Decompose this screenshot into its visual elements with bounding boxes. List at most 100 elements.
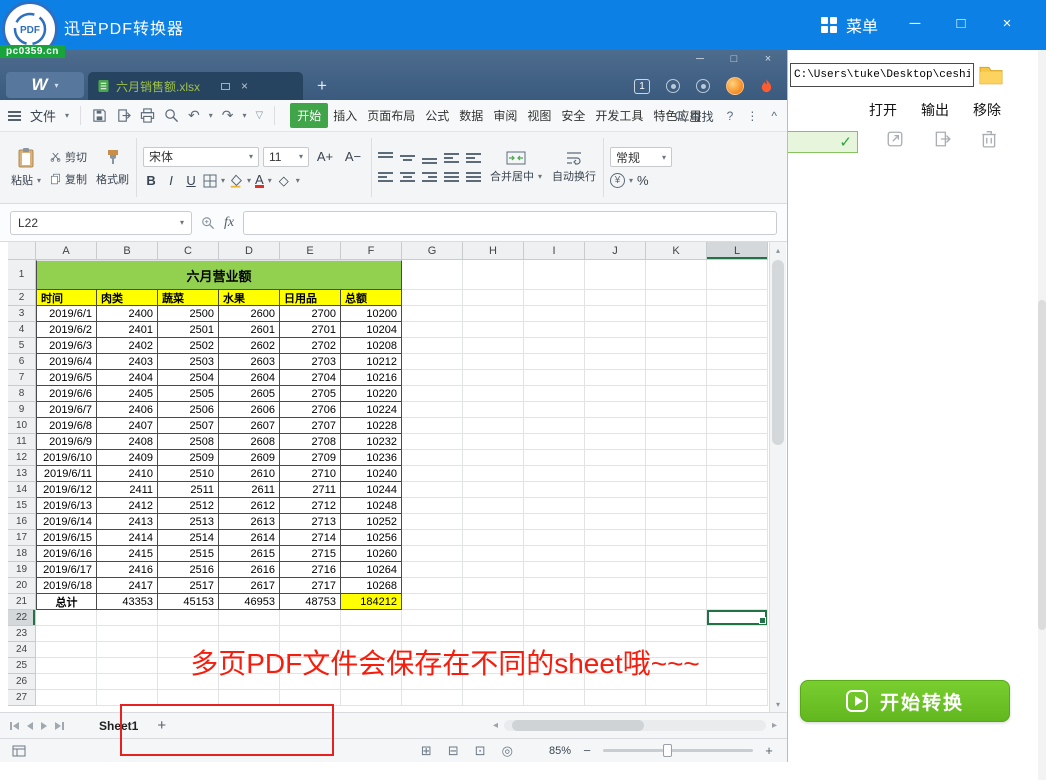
scroll-right-icon[interactable]: ▸	[772, 720, 777, 731]
row-header-10[interactable]: 10	[8, 418, 36, 434]
row-header-7[interactable]: 7	[8, 370, 36, 386]
cell[interactable]	[646, 530, 707, 546]
cell[interactable]	[97, 610, 158, 626]
data-cell[interactable]: 2517	[158, 578, 219, 594]
cell[interactable]	[36, 658, 97, 674]
data-cell[interactable]: 2501	[158, 322, 219, 338]
add-sheet-button[interactable]: +	[157, 717, 166, 734]
cell[interactable]	[402, 594, 463, 610]
data-cell[interactable]: 2605	[219, 386, 280, 402]
merge-center-button[interactable]: 合并居中▾	[485, 151, 547, 184]
data-cell[interactable]: 2716	[280, 562, 341, 578]
column-header-G[interactable]: G	[402, 242, 463, 260]
data-cell[interactable]: 2406	[97, 402, 158, 418]
cell[interactable]	[646, 578, 707, 594]
cell[interactable]	[646, 674, 707, 690]
data-cell[interactable]: 2604	[219, 370, 280, 386]
borders-button[interactable]: ▾	[203, 174, 225, 188]
data-cell[interactable]: 2712	[280, 498, 341, 514]
cell[interactable]	[524, 562, 585, 578]
cell[interactable]	[524, 450, 585, 466]
data-cell[interactable]: 2704	[280, 370, 341, 386]
cell[interactable]	[585, 626, 646, 642]
cell[interactable]	[97, 690, 158, 706]
cell[interactable]	[585, 370, 646, 386]
cell[interactable]	[463, 402, 524, 418]
row-header-15[interactable]: 15	[8, 498, 36, 514]
cell[interactable]	[707, 260, 768, 290]
cell[interactable]	[585, 466, 646, 482]
cell[interactable]	[585, 450, 646, 466]
ribbon-tab-6[interactable]: 审阅	[488, 103, 522, 128]
data-cell[interactable]: 2405	[97, 386, 158, 402]
cell[interactable]	[585, 578, 646, 594]
find-button[interactable]: 查找	[674, 108, 714, 125]
pin-tab-icon[interactable]	[221, 83, 230, 90]
minimize-button[interactable]: ─	[906, 11, 924, 37]
wps-minimize-button[interactable]: ─	[693, 53, 707, 65]
cell[interactable]	[280, 642, 341, 658]
cell[interactable]	[646, 546, 707, 562]
cell[interactable]	[280, 610, 341, 626]
cell[interactable]	[463, 514, 524, 530]
chevron-down-icon[interactable]: ▾	[209, 111, 213, 120]
data-cell[interactable]: 2019/6/2	[36, 322, 97, 338]
cell[interactable]	[646, 562, 707, 578]
cell[interactable]	[707, 322, 768, 338]
cell[interactable]	[463, 434, 524, 450]
cell[interactable]	[341, 658, 402, 674]
data-cell[interactable]: 10220	[341, 386, 402, 402]
cell[interactable]	[524, 482, 585, 498]
reading-view-icon[interactable]: ◎	[502, 743, 513, 759]
data-cell[interactable]: 2417	[97, 578, 158, 594]
align-center-button[interactable]	[400, 171, 415, 183]
cell[interactable]	[585, 594, 646, 610]
data-cell[interactable]: 10216	[341, 370, 402, 386]
cell[interactable]	[585, 658, 646, 674]
cell[interactable]	[707, 290, 768, 306]
cell[interactable]	[219, 674, 280, 690]
data-cell[interactable]: 10212	[341, 354, 402, 370]
panel-scroll-thumb[interactable]	[1038, 300, 1046, 630]
cell[interactable]	[707, 530, 768, 546]
bold-button[interactable]: B	[143, 173, 159, 188]
more-menu-icon[interactable]: ⋮	[746, 109, 758, 123]
cell[interactable]	[524, 306, 585, 322]
cell[interactable]	[524, 530, 585, 546]
maximize-button[interactable]: □	[952, 11, 970, 37]
cell[interactable]	[463, 370, 524, 386]
cell[interactable]	[646, 306, 707, 322]
cell[interactable]	[341, 610, 402, 626]
data-cell[interactable]: 2515	[158, 546, 219, 562]
cell[interactable]	[646, 260, 707, 290]
row-header-5[interactable]: 5	[8, 338, 36, 354]
cell[interactable]	[341, 626, 402, 642]
cell[interactable]	[585, 482, 646, 498]
data-cell[interactable]: 10200	[341, 306, 402, 322]
name-box[interactable]: L22 ▾	[10, 211, 192, 235]
data-cell[interactable]: 2608	[219, 434, 280, 450]
cell[interactable]	[402, 674, 463, 690]
cell[interactable]	[36, 626, 97, 642]
vip-flame-icon[interactable]	[760, 78, 773, 95]
cell[interactable]	[646, 386, 707, 402]
row-header-22[interactable]: 22	[8, 610, 36, 626]
increase-indent-button[interactable]	[466, 152, 481, 164]
cell[interactable]	[707, 434, 768, 450]
data-cell[interactable]: 2019/6/5	[36, 370, 97, 386]
cell[interactable]	[463, 642, 524, 658]
cell[interactable]	[463, 658, 524, 674]
distribute-button[interactable]	[466, 171, 481, 183]
next-sheet-button[interactable]	[41, 722, 47, 730]
cell[interactable]	[524, 260, 585, 290]
help-icon[interactable]: ?	[727, 109, 734, 123]
row-header-24[interactable]: 24	[8, 642, 36, 658]
selected-cell-L22[interactable]	[707, 610, 768, 626]
wps-close-button[interactable]: ×	[761, 53, 775, 65]
cell[interactable]	[280, 658, 341, 674]
cell[interactable]	[97, 626, 158, 642]
align-top-button[interactable]	[378, 152, 393, 164]
data-cell[interactable]: 2701	[280, 322, 341, 338]
zoom-out-button[interactable]: −	[581, 743, 593, 758]
cell[interactable]	[463, 562, 524, 578]
